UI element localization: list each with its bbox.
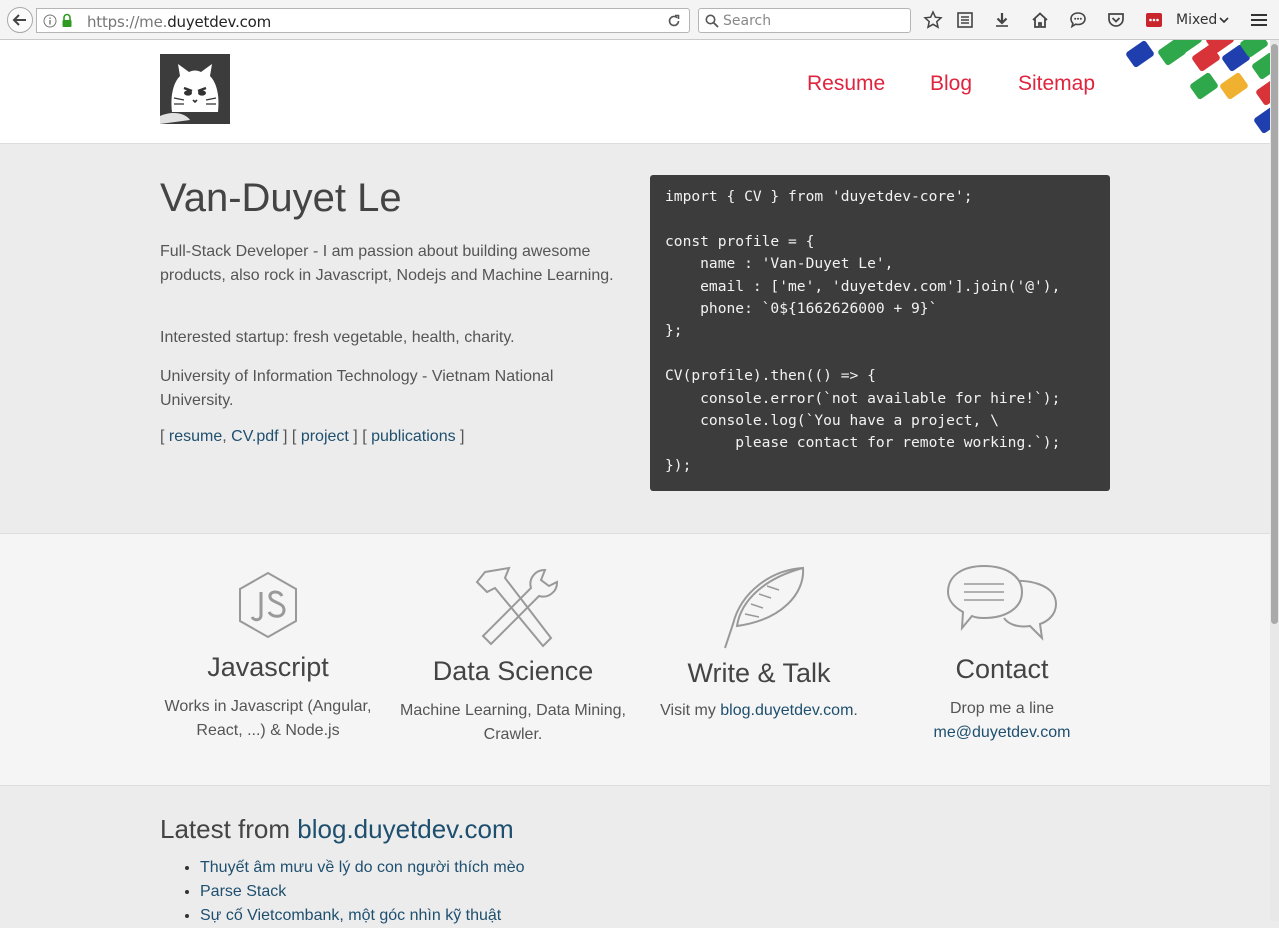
browser-toolbar: https://me.duyetdev.com Search Mixed xyxy=(0,0,1279,40)
nodejs-icon xyxy=(239,571,297,639)
feather-icon xyxy=(724,566,805,649)
skill-description: Visit my blog.duyetdev.com. xyxy=(644,699,874,723)
list-item: Sự cố Vietcombank, một góc nhìn kỹ thuật xyxy=(200,904,525,928)
skills-section: Javascript Works in Javascript (Angular,… xyxy=(0,533,1270,786)
latest-posts-section: Latest from blog.duyetdev.com Thuyết âm … xyxy=(0,786,1270,924)
blog-link[interactable]: blog.duyetdev.com xyxy=(720,702,853,719)
interest-text: Interested startup: fresh vegetable, hea… xyxy=(160,329,515,346)
description-prefix: Visit my xyxy=(660,702,721,719)
skill-title: Contact xyxy=(955,654,1049,684)
publications-link[interactable]: publications xyxy=(371,428,456,445)
code-snippet: import { CV } from 'duyetdev-core'; cons… xyxy=(650,175,1110,491)
skill-description: Machine Learning, Data Mining, Crawler. xyxy=(400,702,626,743)
bracket-text: ] xyxy=(455,428,465,445)
intro-text: Full-Stack Developer - I am passion abou… xyxy=(160,243,614,284)
cv-pdf-link[interactable]: CV.pdf xyxy=(231,428,278,445)
back-button[interactable] xyxy=(7,7,33,33)
profile-links: [ resume, CV.pdf ] [ project ] [ publica… xyxy=(160,428,464,446)
bookmark-star-icon[interactable] xyxy=(923,10,943,30)
post-list: Thuyết âm mưu về lý do con người thích m… xyxy=(182,856,525,928)
skill-title: Javascript xyxy=(207,652,329,682)
lastpass-icon[interactable] xyxy=(1144,10,1164,30)
resume-link[interactable]: resume xyxy=(169,428,222,445)
lock-icon xyxy=(62,13,72,27)
list-item: Parse Stack xyxy=(200,880,525,904)
project-link[interactable]: project xyxy=(301,428,349,445)
profile-menu[interactable]: Mixed xyxy=(1176,12,1229,28)
skill-title: Data Science xyxy=(432,656,594,686)
arrow-left-icon xyxy=(12,14,26,26)
list-item: Thuyết âm mưu về lý do con người thích m… xyxy=(200,856,525,880)
skill-javascript: Javascript Works in Javascript (Angular,… xyxy=(153,570,383,743)
search-placeholder: Search xyxy=(723,13,772,29)
blog-heading-link[interactable]: blog.duyetdev.com xyxy=(297,814,513,844)
skill-title: Write & Talk xyxy=(687,658,831,688)
separator-text: , xyxy=(222,428,232,445)
hamburger-menu-icon[interactable] xyxy=(1249,10,1269,30)
info-icon[interactable] xyxy=(43,14,57,28)
nav-sitemap-link[interactable]: Sitemap xyxy=(1018,72,1095,96)
url-text: https://me.duyetdev.com xyxy=(87,13,272,31)
heading-prefix: Latest from xyxy=(160,814,298,844)
post-link[interactable]: Thuyết âm mưu về lý do con người thích m… xyxy=(200,859,525,876)
url-bar[interactable]: https://me.duyetdev.com xyxy=(36,8,690,33)
download-icon[interactable] xyxy=(992,10,1012,30)
latest-heading: Latest from blog.duyetdev.com xyxy=(160,814,514,845)
reading-list-icon[interactable] xyxy=(955,10,975,30)
description-suffix: . xyxy=(853,702,858,719)
chat-bubbles-icon xyxy=(946,564,1058,641)
page-scrollbar[interactable] xyxy=(1270,40,1279,921)
nav-blog-link[interactable]: Blog xyxy=(930,72,972,96)
cat-logo-icon xyxy=(160,64,219,124)
skill-data-science: Data Science Machine Learning, Data Mini… xyxy=(398,562,628,747)
page-title: Van-Duyet Le xyxy=(160,176,402,220)
scrollbar-thumb[interactable] xyxy=(1271,44,1278,624)
separator-text: ] [ xyxy=(278,428,301,445)
skill-write-talk: Write & Talk Visit my blog.duyetdev.com. xyxy=(644,564,874,723)
post-link[interactable]: Parse Stack xyxy=(200,883,286,900)
chat-icon[interactable] xyxy=(1068,10,1088,30)
skill-description: Works in Javascript (Angular, React, ...… xyxy=(164,698,372,739)
skill-description: Drop me a line xyxy=(949,700,1055,717)
search-bar[interactable]: Search xyxy=(698,8,911,33)
search-icon xyxy=(705,14,719,28)
pocket-icon[interactable] xyxy=(1106,10,1126,30)
separator-text: ] [ xyxy=(348,428,372,445)
hero-section: Van-Duyet Le Full-Stack Developer - I am… xyxy=(0,144,1270,534)
post-link[interactable]: Sự cố Vietcombank, một góc nhìn kỹ thuật xyxy=(200,907,501,924)
site-header: Resume Blog Sitemap xyxy=(0,40,1270,144)
nav-resume-link[interactable]: Resume xyxy=(807,72,885,96)
decorative-tags-graphic xyxy=(1126,40,1270,134)
tools-icon xyxy=(475,566,559,648)
skill-contact: Contact Drop me a line me@duyetdev.com xyxy=(887,564,1117,745)
home-icon[interactable] xyxy=(1030,10,1050,30)
bracket-text: [ xyxy=(160,428,169,445)
contact-email-link[interactable]: me@duyetdev.com xyxy=(934,724,1071,741)
university-text: University of Information Technology - V… xyxy=(160,368,554,409)
site-logo[interactable] xyxy=(160,54,230,124)
chevron-down-icon xyxy=(1219,17,1229,24)
profile-label: Mixed xyxy=(1176,12,1218,28)
contact-email-line: me@duyetdev.com xyxy=(887,721,1117,745)
reload-icon[interactable] xyxy=(667,14,681,28)
